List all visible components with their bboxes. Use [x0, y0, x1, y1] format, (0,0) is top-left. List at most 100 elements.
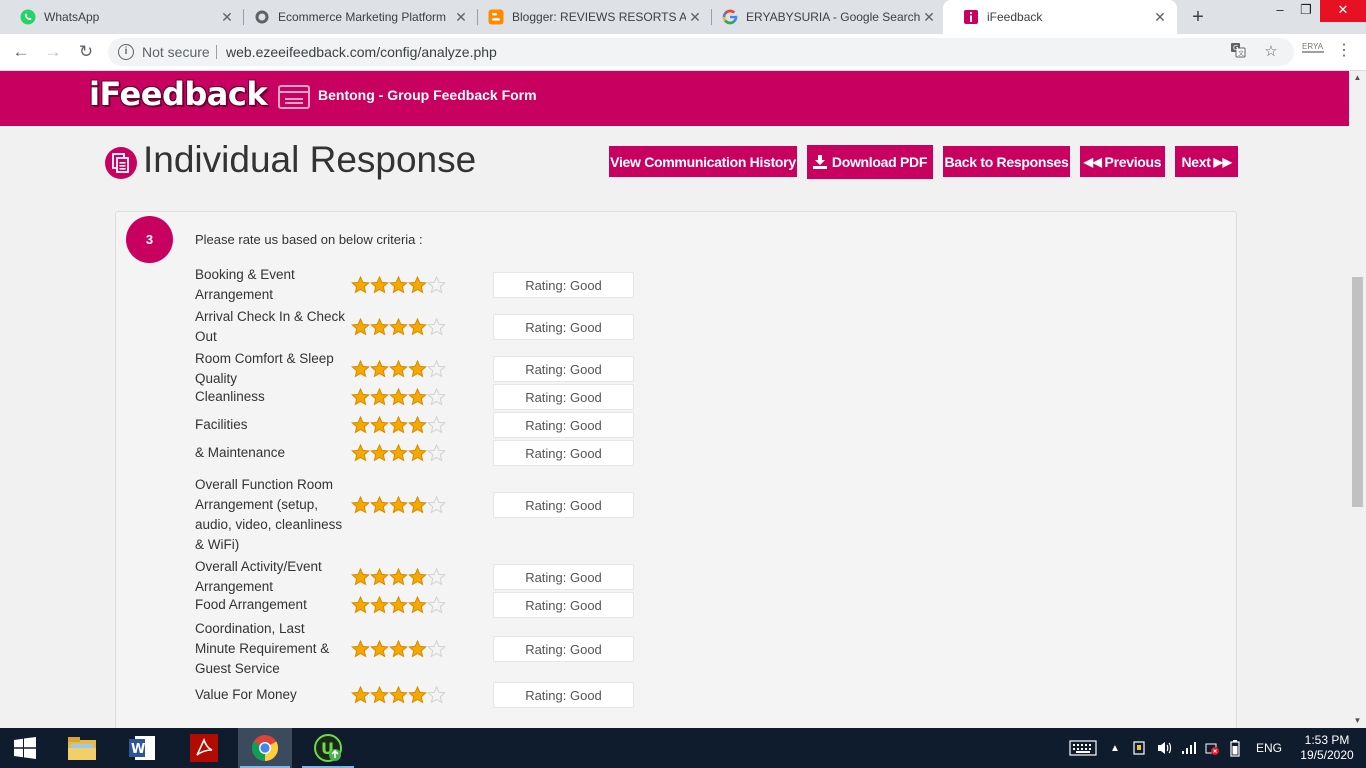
browser-tab-whatsapp[interactable]: WhatsApp ✕ [0, 0, 244, 34]
star-filled-icon [370, 596, 389, 614]
upwork-icon[interactable]: U [300, 728, 356, 768]
star-filled-icon [389, 388, 408, 406]
next-button[interactable]: Next ▶▶ [1175, 146, 1238, 177]
rating-row: Cleanliness Rating: Good [195, 384, 655, 410]
omnibox-divider [216, 45, 217, 59]
criteria-label: Value For Money [195, 687, 297, 702]
chrome-taskbar-icon[interactable] [238, 728, 292, 768]
menu-kebab-icon[interactable]: ⋮ [1336, 40, 1352, 60]
rating-value-box: Rating: Good [493, 564, 634, 590]
back-to-responses-button[interactable]: Back to Responses [943, 146, 1070, 177]
star-filled-icon [351, 596, 370, 614]
tab-title: ERYABYSURIA - Google Search [746, 10, 920, 24]
star-filled-icon [370, 686, 389, 704]
rating-row: Room Comfort & Sleep Quality Rating: Good [195, 349, 655, 389]
acrobat-icon[interactable] [178, 728, 230, 768]
tab-title: Ecommerce Marketing Platform [278, 10, 447, 24]
star-filled-icon [408, 276, 427, 294]
rating-value-box: Rating: Good [493, 356, 634, 382]
new-tab-icon[interactable]: + [1186, 6, 1210, 28]
tab-close-icon[interactable]: ✕ [1151, 9, 1169, 26]
question-number-badge: 3 [126, 216, 173, 263]
bookmark-star-icon[interactable]: ☆ [1261, 42, 1281, 62]
google-icon [722, 9, 738, 25]
info-icon[interactable]: i [118, 44, 134, 60]
star-filled-icon [389, 686, 408, 704]
battery-icon[interactable] [1224, 728, 1246, 768]
scroll-down-icon[interactable]: ▼ [1349, 714, 1366, 728]
site-header: iFeedback Bentong - Group Feedback Form [0, 71, 1349, 126]
star-filled-icon [408, 318, 427, 336]
star-rating [351, 444, 446, 463]
scrollbar-thumb[interactable] [1352, 277, 1363, 507]
view-communication-history-button[interactable]: View Communication History [609, 146, 797, 177]
blogger-icon [488, 9, 504, 25]
touch-keyboard-icon[interactable] [1066, 728, 1100, 768]
reload-icon[interactable]: ↻ [74, 40, 98, 64]
usb-device-icon[interactable] [1128, 728, 1150, 768]
translate-icon[interactable]: G文 [1228, 42, 1248, 62]
show-hidden-icons-chevron-icon[interactable]: ▲ [1106, 728, 1124, 768]
star-filled-icon [408, 388, 427, 406]
tab-title: WhatsApp [44, 10, 100, 24]
criteria-label: Room Comfort & Sleep Quality [195, 351, 334, 386]
url-field[interactable]: i Not secure web.ezeeifeedback.com/confi… [108, 38, 1294, 66]
profile-label[interactable]: ERYA [1302, 42, 1323, 51]
star-empty-icon [427, 596, 446, 614]
windows-start-icon[interactable] [0, 728, 50, 768]
browser-tab-google[interactable]: ERYABYSURIA - Google Search ✕ [702, 0, 946, 34]
criteria-label: Coordination, Last Minute Requirement & … [195, 621, 330, 676]
star-filled-icon [370, 360, 389, 378]
close-window-icon[interactable]: ✕ [1320, 0, 1366, 22]
star-filled-icon [370, 640, 389, 658]
star-filled-icon [351, 388, 370, 406]
star-filled-icon [389, 318, 408, 336]
next-label: Next [1181, 153, 1211, 170]
rating-row: Value For Money Rating: Good [195, 682, 655, 708]
browser-tab-ifeedback[interactable]: iFeedback ✕ [943, 0, 1177, 34]
star-filled-icon [389, 640, 408, 658]
download-pdf-button[interactable]: Download PDF [807, 145, 933, 179]
page-scrollbar[interactable]: ▲ ▼ [1349, 71, 1366, 728]
star-empty-icon [427, 686, 446, 704]
star-filled-icon [351, 444, 370, 462]
back-arrow-icon[interactable]: ← [9, 40, 33, 64]
star-rating [351, 318, 446, 337]
network-signal-icon[interactable] [1178, 728, 1200, 768]
star-filled-icon [351, 318, 370, 336]
question-text: Please rate us based on below criteria : [195, 232, 423, 247]
security-label: Not secure [142, 44, 210, 60]
file-explorer-icon[interactable] [56, 728, 108, 768]
svg-text:W: W [131, 742, 145, 757]
forward-arrow-icon[interactable]: → [41, 40, 65, 64]
browser-tab-ecommerce[interactable]: Ecommerce Marketing Platform ✕ [234, 0, 478, 34]
ifeedback-logo[interactable]: iFeedback [89, 75, 268, 113]
tab-close-icon[interactable]: ✕ [920, 9, 938, 26]
scroll-up-icon[interactable]: ▲ [1349, 71, 1366, 85]
star-empty-icon [427, 568, 446, 586]
language-indicator[interactable]: ENG [1250, 728, 1288, 768]
star-filled-icon [370, 444, 389, 462]
star-rating [351, 496, 446, 515]
word-icon[interactable]: W [116, 728, 168, 768]
star-filled-icon [370, 318, 389, 336]
volume-icon[interactable] [1154, 728, 1176, 768]
star-empty-icon [427, 276, 446, 294]
rating-value-box: Rating: Good [493, 682, 634, 708]
star-filled-icon [389, 444, 408, 462]
star-filled-icon [408, 596, 427, 614]
star-filled-icon [389, 276, 408, 294]
rating-value-box: Rating: Good [493, 440, 634, 466]
page-title: Individual Response [143, 139, 477, 180]
star-filled-icon [408, 686, 427, 704]
rating-row: Booking & Event Arrangement Rating: Good [195, 265, 655, 305]
network-adapter-icon[interactable] [1202, 728, 1222, 768]
browser-tab-blogger[interactable]: Blogger: REVIEWS RESORTS AND ✕ [468, 0, 712, 34]
star-filled-icon [389, 568, 408, 586]
rating-value-box: Rating: Good [493, 492, 634, 518]
star-empty-icon [427, 444, 446, 462]
rating-value-box: Rating: Good [493, 636, 634, 662]
document-icon [105, 147, 137, 179]
previous-button[interactable]: ◀◀ Previous [1080, 146, 1165, 177]
clock[interactable]: 1:53 PM 19/5/2020 [1290, 728, 1364, 768]
